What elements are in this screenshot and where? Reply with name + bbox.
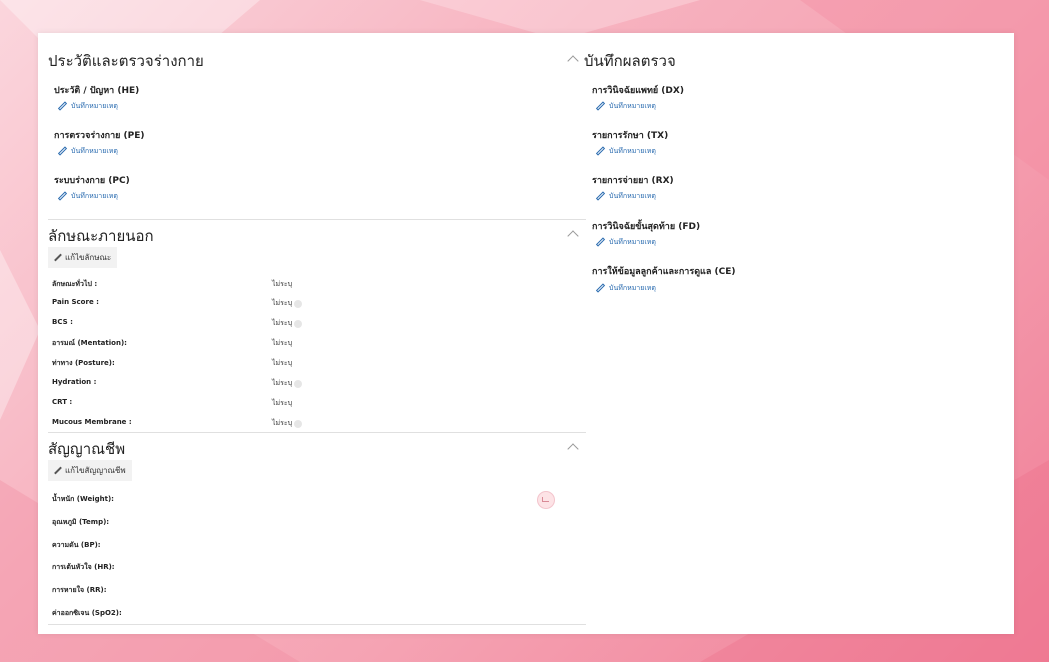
- appearance-row-value: ไม่ระบุ: [272, 298, 303, 309]
- info-dot-icon[interactable]: [294, 379, 303, 388]
- note-link-text: บันทึกหมายเหตุ: [609, 238, 656, 246]
- appearance-row-value: ไม่ระบุ: [272, 399, 293, 407]
- appearance-row-label: Hydration :: [52, 378, 97, 386]
- appearance-row-value: ไม่ระบุ: [272, 359, 293, 367]
- results-item-rx-label: รายการจ่ายยา (RX): [592, 176, 674, 186]
- appearance-row-value: ไม่ระบุ: [272, 318, 303, 329]
- vitals-row-label: การเต้นหัวใจ (HR):: [52, 563, 115, 571]
- edit-vitals-button[interactable]: แก้ไขสัญญาณชีพ: [48, 460, 132, 481]
- section-divider: [48, 219, 586, 220]
- results-item-dx-note-link[interactable]: บันทึกหมายเหตุ: [596, 101, 656, 112]
- results-item-ce-note-link[interactable]: บันทึกหมายเหตุ: [596, 283, 656, 294]
- history-item-pc-label: ระบบร่างกาย (PC): [54, 176, 130, 186]
- results-item-rx-note-link[interactable]: บันทึกหมายเหตุ: [596, 191, 656, 202]
- section-divider: [48, 624, 586, 625]
- results-item-tx-note-link[interactable]: บันทึกหมายเหตุ: [596, 146, 656, 157]
- appearance-row-value: ไม่ระบุ: [272, 418, 303, 429]
- history-item-pe-label: การตรวจร่างกาย (PE): [54, 131, 145, 141]
- history-item-pc-note-link[interactable]: บันทึกหมายเหตุ: [58, 191, 118, 202]
- vitals-row-label: การหายใจ (RR):: [52, 586, 107, 594]
- vitals-chart-icon[interactable]: [537, 491, 555, 509]
- history-section-title: ประวัติและตรวจร่างกาย: [48, 52, 204, 70]
- appearance-row-label: BCS :: [52, 318, 73, 326]
- results-item-tx-label: รายการรักษา (TX): [592, 131, 669, 141]
- edit-vitals-label: แก้ไขสัญญาณชีพ: [65, 466, 126, 475]
- note-link-text: บันทึกหมายเหตุ: [71, 102, 118, 110]
- note-link-text: บันทึกหมายเหตุ: [71, 147, 118, 155]
- chevron-up-icon[interactable]: [568, 442, 578, 452]
- note-link-text: บันทึกหมายเหตุ: [609, 192, 656, 200]
- chevron-up-icon[interactable]: [568, 229, 578, 239]
- chevron-up-icon[interactable]: [568, 54, 578, 64]
- main-panel: ประวัติและตรวจร่างกาย ประวัติ / ปัญหา (H…: [38, 33, 1014, 634]
- appearance-row-label: CRT :: [52, 398, 73, 406]
- info-dot-icon[interactable]: [294, 299, 303, 308]
- note-link-text: บันทึกหมายเหตุ: [609, 284, 656, 292]
- info-dot-icon[interactable]: [294, 319, 303, 328]
- results-section-title: บันทึกผลตรวจ: [584, 52, 676, 70]
- pencil-icon: [596, 192, 605, 201]
- vitals-section-title: สัญญาณชีพ: [48, 440, 126, 458]
- pencil-icon: [596, 284, 605, 293]
- appearance-row-value: ไม่ระบุ: [272, 378, 303, 389]
- results-item-fd-note-link[interactable]: บันทึกหมายเหตุ: [596, 237, 656, 248]
- section-divider: [48, 432, 586, 433]
- vitals-row-label: น้ำหนัก (Weight):: [52, 495, 114, 503]
- edit-appearance-button[interactable]: แก้ไขลักษณะ: [48, 247, 118, 268]
- appearance-row-label: อารมณ์ (Mentation):: [52, 339, 127, 347]
- results-item-ce-label: การให้ข้อมูลลูกค้าและการดูแล (CE): [592, 267, 736, 277]
- vitals-row-label: ค่าออกซิเจน (SpO2):: [52, 609, 122, 617]
- appearance-row-label: Pain Score :: [52, 298, 99, 306]
- pencil-icon: [58, 192, 67, 201]
- appearance-row-value: ไม่ระบุ: [272, 339, 293, 347]
- pencil-icon: [54, 254, 62, 262]
- history-item-pe-note-link[interactable]: บันทึกหมายเหตุ: [58, 146, 118, 157]
- results-item-dx-label: การวินิจฉัยแพทย์ (DX): [592, 86, 684, 96]
- note-link-text: บันทึกหมายเหตุ: [609, 147, 656, 155]
- results-item-fd-label: การวินิจฉัยขั้นสุดท้าย (FD): [592, 222, 701, 232]
- vitals-row-label: ความดัน (BP):: [52, 541, 101, 549]
- history-item-he-label: ประวัติ / ปัญหา (HE): [54, 86, 140, 96]
- vitals-row-label: อุณหภูมิ (Temp):: [52, 518, 110, 526]
- info-dot-icon[interactable]: [294, 419, 303, 428]
- pencil-icon: [596, 147, 605, 156]
- edit-appearance-label: แก้ไขลักษณะ: [65, 253, 112, 262]
- pencil-icon: [596, 102, 605, 111]
- appearance-row-label: ลักษณะทั่วไป :: [52, 280, 98, 288]
- pencil-icon: [596, 238, 605, 247]
- appearance-row-label: ท่าทาง (Posture):: [52, 359, 115, 367]
- note-link-text: บันทึกหมายเหตุ: [71, 192, 118, 200]
- pencil-icon: [58, 102, 67, 111]
- note-link-text: บันทึกหมายเหตุ: [609, 102, 656, 110]
- appearance-row-value: ไม่ระบุ: [272, 280, 293, 288]
- pencil-icon: [58, 147, 67, 156]
- appearance-section-title: ลักษณะภายนอก: [48, 227, 154, 245]
- pencil-icon: [54, 467, 62, 475]
- appearance-row-label: Mucous Membrane :: [52, 418, 132, 426]
- history-item-he-note-link[interactable]: บันทึกหมายเหตุ: [58, 101, 118, 112]
